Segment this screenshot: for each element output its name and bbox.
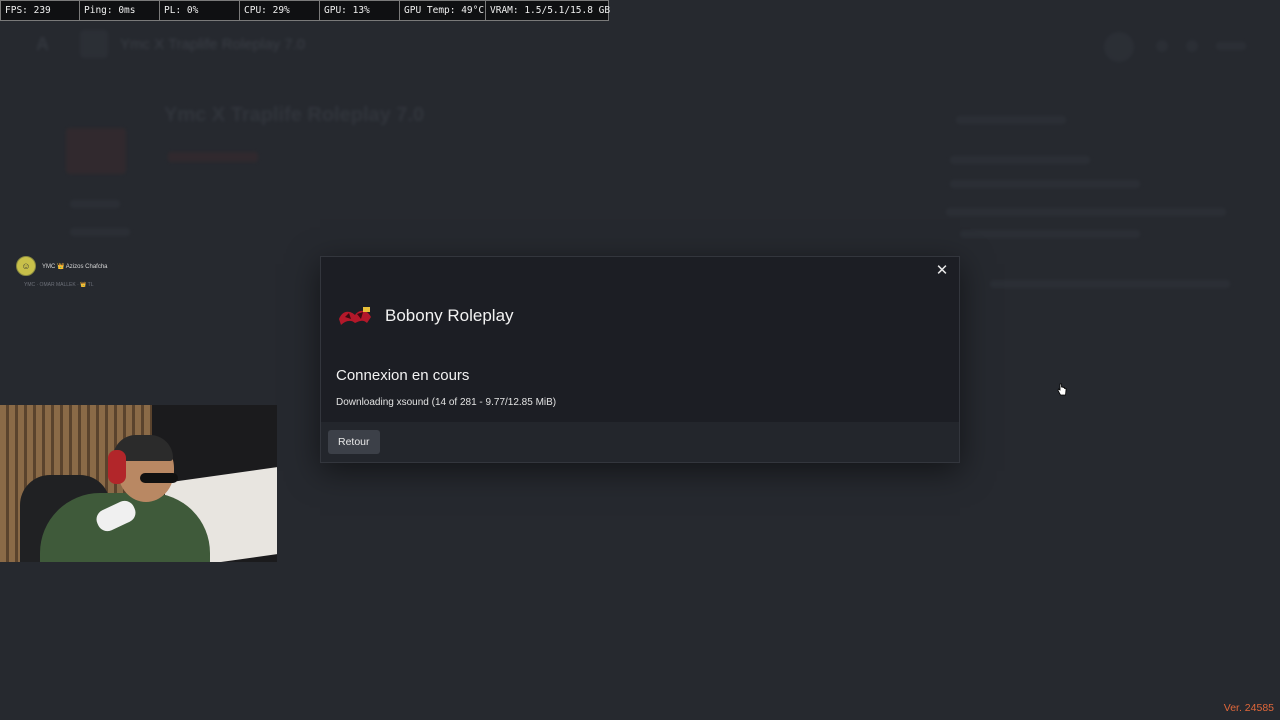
background-bar [950,156,1090,164]
app-logo-icon: A [36,34,49,54]
stat-gpu-temp: GPU Temp: 49°C [400,1,486,20]
stat-gpu: GPU: 13% [320,1,400,20]
background-server-logo [66,128,126,174]
close-icon[interactable]: ✕ [933,262,951,280]
download-progress-text: Downloading xsound (14 of 281 - 9.77/12.… [336,397,557,408]
hand-cursor-icon [1057,383,1067,396]
server-thumbnail [80,30,108,58]
server-logo-icon [337,305,373,327]
performance-stats-bar: FPS: 239 Ping: 0ms PL: 0% CPU: 29% GPU: … [0,0,611,21]
background-bar [1216,42,1246,50]
chat-message: ☺ YMC 👑 Azizos Chafcha [16,256,108,276]
chat-avatar: ☺ [16,256,36,276]
background-tag [168,152,258,162]
server-name: Bobony Roleplay [385,306,514,325]
modal-footer: Retour [321,422,959,462]
stat-vram: VRAM: 1.5/5.1/15.8 GB [490,5,611,16]
background-bar [70,228,130,236]
webcam-overlay [0,405,277,562]
background-bar [990,280,1230,288]
connection-modal: ✕ Bobony Roleplay Connexion en cours Dow… [320,256,960,463]
background-server-title: Ymc X Traplife Roleplay 7.0 [164,104,425,126]
chat-subline: YMC · OMAR MALLEK · 👑 TL [24,282,94,288]
server-header: Bobony Roleplay [337,305,514,327]
chat-overlay: ☺ YMC 👑 Azizos Chafcha YMC · OMAR MALLEK… [16,256,108,288]
background-bar [70,200,120,208]
background-bar [946,208,1226,216]
stat-packet-loss: PL: 0% [160,1,240,20]
background-bar [950,180,1140,188]
stat-cpu: CPU: 29% [240,1,320,20]
sunglasses-icon [140,473,178,483]
background-icon [1186,40,1198,52]
connection-status-title: Connexion en cours [336,367,470,384]
back-button[interactable]: Retour [328,430,380,454]
headphones-icon [108,450,126,484]
stat-fps: FPS: 239 [1,1,80,20]
background-icon [1156,40,1168,52]
background-avatar [1104,32,1134,62]
stat-ping: Ping: 0ms [80,1,160,20]
background-bar [956,116,1066,124]
background-topbar-title: Ymc X Traplife Roleplay 7.0 [120,36,306,53]
chat-username: YMC 👑 Azizos Chafcha [42,263,108,270]
version-label: Ver. 24585 [1223,702,1274,714]
background-bar [960,230,1140,238]
